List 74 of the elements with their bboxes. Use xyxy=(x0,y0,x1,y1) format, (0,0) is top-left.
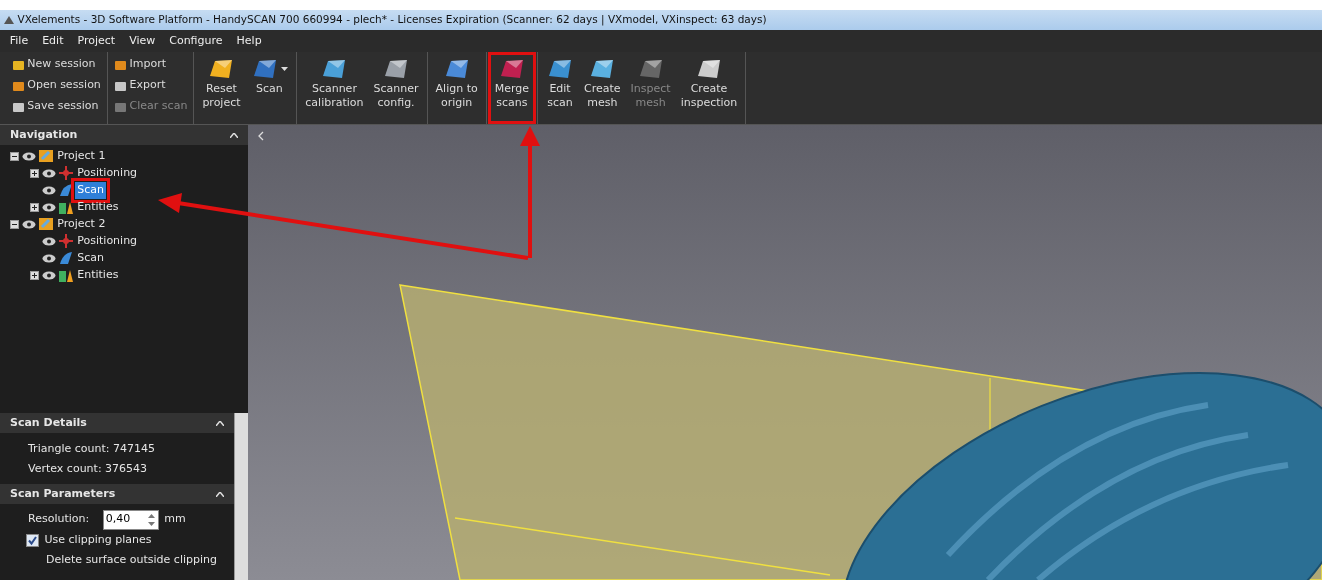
project-icon xyxy=(38,217,53,232)
panel-header[interactable]: Scan Parameters xyxy=(0,484,234,504)
small-tool-icon xyxy=(11,58,25,71)
collapse-icon[interactable] xyxy=(10,151,19,161)
toolbar-item[interactable]: Save session xyxy=(11,96,101,117)
toolbar-button[interactable]: Scanner config. xyxy=(368,54,424,122)
toolbar-item[interactable]: Open session xyxy=(11,75,101,96)
tree-item[interactable]: Project 2 xyxy=(55,216,108,233)
checkbox-label: Use clipping planes xyxy=(44,532,152,549)
tree-item[interactable]: Scan xyxy=(75,250,106,267)
small-tool-icon xyxy=(113,100,127,113)
toolbar-button[interactable]: Scanner calibration xyxy=(300,54,369,122)
toolbar-button[interactable]: Create inspection xyxy=(675,54,743,122)
detail-text: Vertex count: 376543 xyxy=(28,460,149,477)
project-icon xyxy=(38,149,53,164)
caret-icon xyxy=(281,67,289,71)
toolbar-item[interactable]: Import xyxy=(113,54,188,75)
small-tool-icon xyxy=(113,58,127,71)
panel-header[interactable]: Navigation xyxy=(0,125,248,145)
collapse-icon xyxy=(216,420,224,426)
menu-item[interactable]: Project xyxy=(70,32,123,50)
small-tool-icon xyxy=(11,100,25,113)
eye-icon[interactable] xyxy=(41,253,56,263)
eye-icon[interactable] xyxy=(41,236,56,246)
tree-item[interactable]: Entities xyxy=(75,267,121,284)
collapse-icon xyxy=(216,491,224,497)
collapse-icon xyxy=(230,132,238,138)
eye-icon[interactable] xyxy=(21,219,36,229)
toolbar-button[interactable]: Reset project xyxy=(197,54,246,122)
eye-icon[interactable] xyxy=(21,151,36,161)
small-tool-icon xyxy=(113,79,127,92)
menu-item[interactable]: Help xyxy=(229,32,269,50)
positioning-icon xyxy=(58,166,73,181)
eye-icon[interactable] xyxy=(41,202,56,212)
detail-text: Triangle count: 747145 xyxy=(28,440,156,457)
tree-item[interactable]: Positioning xyxy=(75,233,140,250)
eye-icon[interactable] xyxy=(41,185,56,195)
menu-item[interactable]: View xyxy=(122,32,163,50)
eye-icon[interactable] xyxy=(41,168,56,178)
menu-item[interactable]: Configure xyxy=(162,32,230,50)
window-title: VXelements - 3D Software Platform - HandySCAN 700 660994 - plech* - Licenses Expiration (Scanner: 62 days | VXmodel, VXinspect: 63 days) xyxy=(17,12,767,28)
toolbar-button[interactable]: Align to origin xyxy=(430,54,483,122)
collapse-icon[interactable] xyxy=(10,219,19,229)
eye-icon[interactable] xyxy=(41,270,56,280)
collapse-panel-icon[interactable] xyxy=(256,131,266,141)
scan-icon xyxy=(58,251,73,266)
scrollbar[interactable] xyxy=(234,413,248,580)
menu-item[interactable]: Edit xyxy=(35,32,71,50)
positioning-icon xyxy=(58,234,73,249)
checkbox[interactable] xyxy=(26,534,39,547)
toolbar-button[interactable]: Edit scan xyxy=(541,54,580,122)
scan-icon xyxy=(58,183,73,198)
menu-item[interactable]: File xyxy=(2,32,36,50)
tree-item[interactable]: Positioning xyxy=(75,165,140,182)
toolbar-button[interactable]: Create mesh xyxy=(579,54,626,122)
toolbar-item[interactable]: New session xyxy=(11,54,101,75)
resolution-field[interactable]: 0,40 xyxy=(102,509,159,530)
expand-icon[interactable] xyxy=(30,168,39,178)
field-label: Resolution: xyxy=(28,511,90,528)
toolbar-button[interactable]: Merge scans xyxy=(489,54,535,122)
tree-item[interactable]: Project 1 xyxy=(55,148,108,165)
unit-label: mm xyxy=(164,511,186,528)
panel-header[interactable]: Scan Details xyxy=(0,413,234,433)
app-logo-icon xyxy=(2,15,15,25)
expand-icon[interactable] xyxy=(30,270,39,280)
small-tool-icon xyxy=(11,79,25,92)
entities-icon xyxy=(58,268,73,283)
toolbar-item[interactable]: Export xyxy=(113,75,188,96)
spinner-icon[interactable] xyxy=(146,512,156,527)
entities-icon xyxy=(58,200,73,215)
tree-item[interactable]: Entities xyxy=(75,199,121,216)
expand-icon[interactable] xyxy=(30,202,39,212)
option-text: Delete surface outside clipping xyxy=(45,551,218,568)
toolbar-button[interactable]: Scan xyxy=(245,54,294,122)
